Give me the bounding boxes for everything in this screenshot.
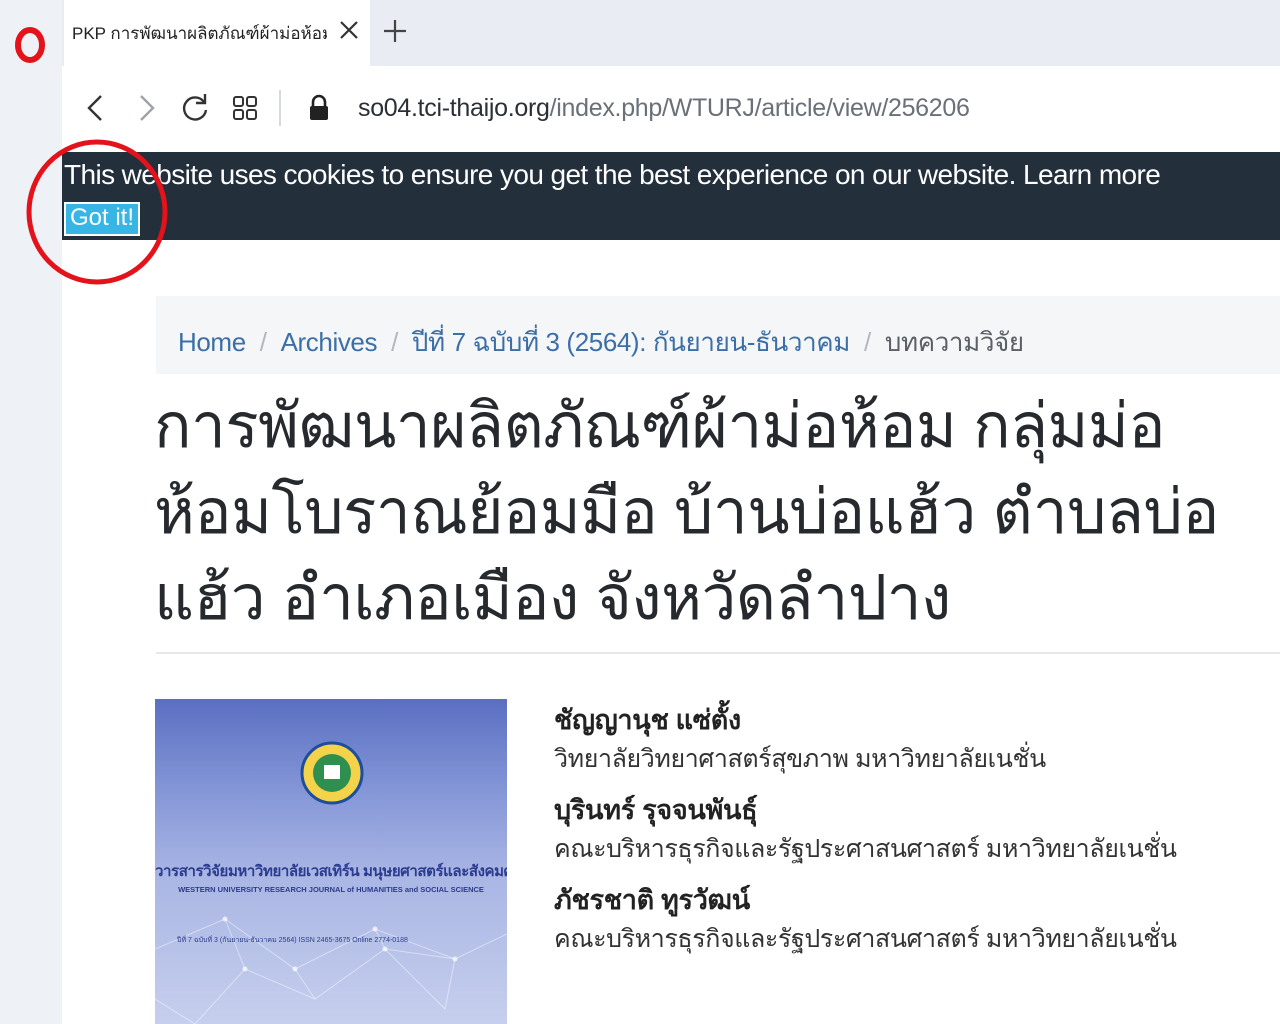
- cookie-banner: This website uses cookies to ensure you …: [62, 152, 1280, 240]
- breadcrumb-separator: /: [259, 327, 267, 357]
- breadcrumb-archives[interactable]: Archives: [281, 327, 378, 357]
- breadcrumb-current: บทความวิจัย: [884, 327, 1024, 357]
- plus-icon[interactable]: [380, 16, 410, 46]
- author-affiliation: วิทยาลัยวิทยาศาสตร์สุขภาพ มหาวิทยาลัยเนช…: [554, 745, 1046, 773]
- author-entry: ชัญญานุช แซ่ตั้ง วิทยาลัยวิทยาศาสตร์สุขภ…: [554, 700, 1254, 778]
- url-host: so04.tci-thaijo.org: [358, 94, 550, 122]
- journal-cover-image[interactable]: วารสารวิจัยมหาวิทยาลัยเวสเทิร์น มนุษยศาส…: [155, 699, 507, 1024]
- browser-tab[interactable]: PKP การพัฒนาผลิตภัณฑ์ผ้าม่อห้อม กลุ่มม่อ…: [64, 0, 370, 66]
- cookie-message: This website uses cookies to ensure you …: [64, 159, 1161, 191]
- cover-journal-title: วารสารวิจัยมหาวิทยาลัยเวสเทิร์น มนุษยศาส…: [155, 863, 507, 880]
- author-name: ชัญญานุช แซ่ตั้ง: [554, 705, 741, 735]
- author-list: ชัญญานุช แซ่ตั้ง วิทยาลัยวิทยาศาสตร์สุขภ…: [554, 700, 1254, 970]
- cover-journal-subtitle: WESTERN UNIVERSITY RESEARCH JOURNAL of H…: [178, 885, 484, 894]
- cover-issue-info: ปีที่ 7 ฉบับที่ 3 (กันยายน-ธันวาคม 2564)…: [177, 937, 408, 944]
- author-name: บุรินทร์ รุจจนพันธุ์: [554, 795, 758, 825]
- author-affiliation: คณะบริหารธุรกิจและรัฐประศาสนศาสตร์ มหาวิ…: [554, 925, 1177, 953]
- opera-logo-icon[interactable]: [15, 26, 45, 64]
- title-divider: [156, 652, 1280, 654]
- toolbar-divider: [279, 90, 281, 126]
- breadcrumb-separator: /: [864, 327, 871, 357]
- url-field[interactable]: so04.tci-thaijo.org/index.php/WTURJ/arti…: [358, 94, 970, 123]
- forward-icon[interactable]: [128, 91, 162, 125]
- back-icon[interactable]: [80, 91, 114, 125]
- author-affiliation: คณะบริหารธุรกิจและรัฐประศาสนศาสตร์ มหาวิ…: [554, 835, 1177, 863]
- tabs-grid-icon[interactable]: [228, 91, 262, 125]
- reload-icon[interactable]: [178, 91, 212, 125]
- author-name: ภัชรชาติ ทูรวัฒน์: [554, 885, 750, 915]
- tab-strip: PKP การพัฒนาผลิตภัณฑ์ผ้าม่อห้อม กลุ่มม่อ…: [62, 0, 1280, 66]
- cookie-accept-button[interactable]: Got it!: [64, 202, 141, 236]
- tab-title: PKP การพัฒนาผลิตภัณฑ์ผ้าม่อห้อม กลุ่มม่อ…: [72, 24, 327, 43]
- address-bar: so04.tci-thaijo.org/index.php/WTURJ/arti…: [62, 66, 1280, 152]
- author-entry: บุรินทร์ รุจจนพันธุ์ คณะบริหารธุรกิจและร…: [554, 790, 1254, 868]
- close-icon[interactable]: [336, 17, 362, 43]
- breadcrumb-separator: /: [391, 327, 398, 357]
- opera-sidebar: [0, 0, 62, 1024]
- university-seal-icon: [300, 741, 364, 805]
- cookie-message-text: This website uses cookies to ensure you …: [64, 159, 1016, 190]
- breadcrumb-home[interactable]: Home: [178, 327, 246, 357]
- breadcrumb: Home / Archives / ปีที่ 7 ฉบับที่ 3 (2564): …: [156, 296, 1280, 374]
- cookie-learn-more-link[interactable]: Learn more: [1023, 159, 1161, 190]
- article-title: การพัฒนาผลิตภัณฑ์ผ้าม่อห้อม กลุ่มม่อห้อม…: [154, 392, 1220, 633]
- author-entry: ภัชรชาติ ทูรวัฒน์ คณะบริหารธุรกิจและรัฐป…: [554, 880, 1254, 958]
- url-path: /index.php/WTURJ/article/view/256206: [549, 94, 970, 122]
- lock-icon[interactable]: [302, 91, 336, 125]
- breadcrumb-issue[interactable]: ปีที่ 7 ฉบับที่ 3 (2564): กันยายน-ธันวาค…: [412, 327, 851, 357]
